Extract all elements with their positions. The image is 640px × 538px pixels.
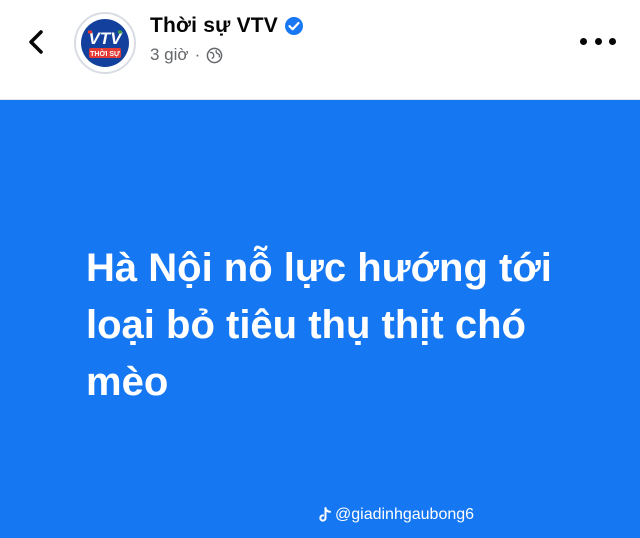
watermark-handle: @giadinhgaubong6	[335, 506, 475, 523]
chevron-left-icon	[29, 30, 43, 54]
tiktok-watermark: @giadinhgaubong6	[318, 506, 474, 524]
page-name[interactable]: Thời sự VTV	[150, 14, 278, 38]
page-name-row: Thời sự VTV	[150, 14, 304, 38]
headline-line: mèo	[86, 360, 169, 404]
post-time[interactable]: 3 giờ	[150, 45, 189, 65]
more-options-icon	[609, 37, 616, 45]
post-headline: Hà Nội nỗ lực hướng tới loại bỏ tiêu thụ…	[60, 240, 580, 411]
headline-line: Hà Nội nỗ lực hướng tới	[86, 246, 552, 290]
headline-line: loại bỏ tiêu thụ thịt chó	[86, 303, 526, 347]
logo-main-text: VTV	[88, 29, 123, 48]
meta-separator: ·	[194, 45, 201, 64]
back-button[interactable]	[18, 24, 54, 60]
tiktok-icon	[319, 507, 331, 522]
more-options-button[interactable]	[580, 30, 616, 52]
vtv-logo: VTV THỜI SỰ	[77, 15, 133, 71]
more-options-icon	[594, 37, 602, 45]
page-avatar[interactable]: VTV THỜI SỰ	[74, 12, 136, 74]
post-header: VTV THỜI SỰ Thời sự VTV 3 giờ ·	[0, 0, 640, 100]
verified-badge-icon	[285, 17, 304, 35]
post-image[interactable]: Hà Nội nỗ lực hướng tới loại bỏ tiêu thụ…	[0, 100, 640, 538]
logo-sub-text: THỜI SỰ	[90, 49, 120, 58]
more-options-icon	[580, 37, 587, 45]
globe-icon[interactable]	[206, 47, 223, 64]
post-meta: 3 giờ ·	[150, 45, 223, 65]
